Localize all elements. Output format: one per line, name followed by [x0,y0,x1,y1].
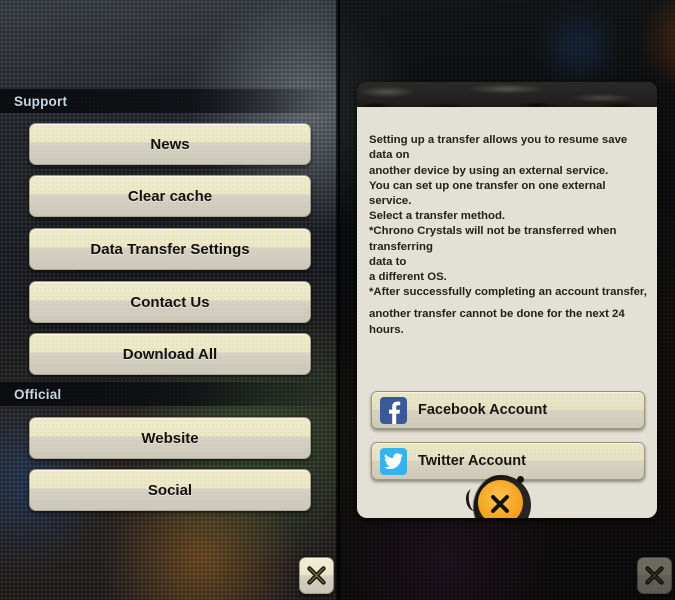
section-header-support-label: Support [14,93,68,109]
data-transfer-panel: Setting up a transfer allows you to resu… [338,0,675,600]
transfer-dialog: Setting up a transfer allows you to resu… [357,82,657,518]
menu-button-download-all-label: Download All [122,345,218,363]
section-header-support: Support [0,89,338,113]
facebook-icon [380,396,407,424]
close-button-left[interactable] [299,557,334,594]
dialog-description-text: Setting up a transfer allows you to resu… [369,118,647,353]
dialog-cancel-badge-button[interactable] [464,469,537,518]
menu-button-contact-us[interactable]: Contact Us [29,281,311,323]
menu-button-data-transfer-settings-label: Data Transfer Settings [90,240,250,258]
menu-button-website[interactable]: Website [29,417,311,459]
support-menu-panel: Support News Clear cache Data Transfer S… [0,0,338,600]
orange-x-badge-icon [491,495,509,513]
menu-button-website-label: Website [141,429,199,447]
section-header-official-label: Official [14,386,62,402]
close-x-icon [307,566,326,585]
menu-button-contact-us-label: Contact Us [130,293,210,311]
dialog-body: Setting up a transfer allows you to resu… [357,107,657,518]
menu-button-social[interactable]: Social [29,469,311,511]
dialog-description-main: Setting up a transfer allows you to resu… [369,134,647,299]
dialog-title-bar [357,82,657,109]
facebook-account-label: Facebook Account [418,402,548,418]
menu-button-clear-cache-label: Clear cache [127,187,213,205]
menu-button-social-label: Social [147,481,193,499]
panel-divider [336,0,340,600]
close-x-icon [645,566,664,585]
facebook-account-button[interactable]: Facebook Account [371,391,645,429]
badge-ink-dot [517,476,524,483]
dialog-description-last-line: another transfer cannot be done for the … [369,308,625,336]
app-root: Support News Clear cache Data Transfer S… [0,0,675,600]
twitter-account-label: Twitter Account [418,453,526,469]
menu-button-download-all[interactable]: Download All [29,333,311,375]
menu-button-clear-cache[interactable]: Clear cache [29,175,311,217]
menu-button-news-label: News [150,135,190,153]
menu-button-news[interactable]: News [29,123,311,165]
twitter-icon [380,447,407,475]
close-button-right[interactable] [637,557,672,594]
menu-button-data-transfer-settings[interactable]: Data Transfer Settings [29,228,311,270]
section-header-official: Official [0,382,338,406]
